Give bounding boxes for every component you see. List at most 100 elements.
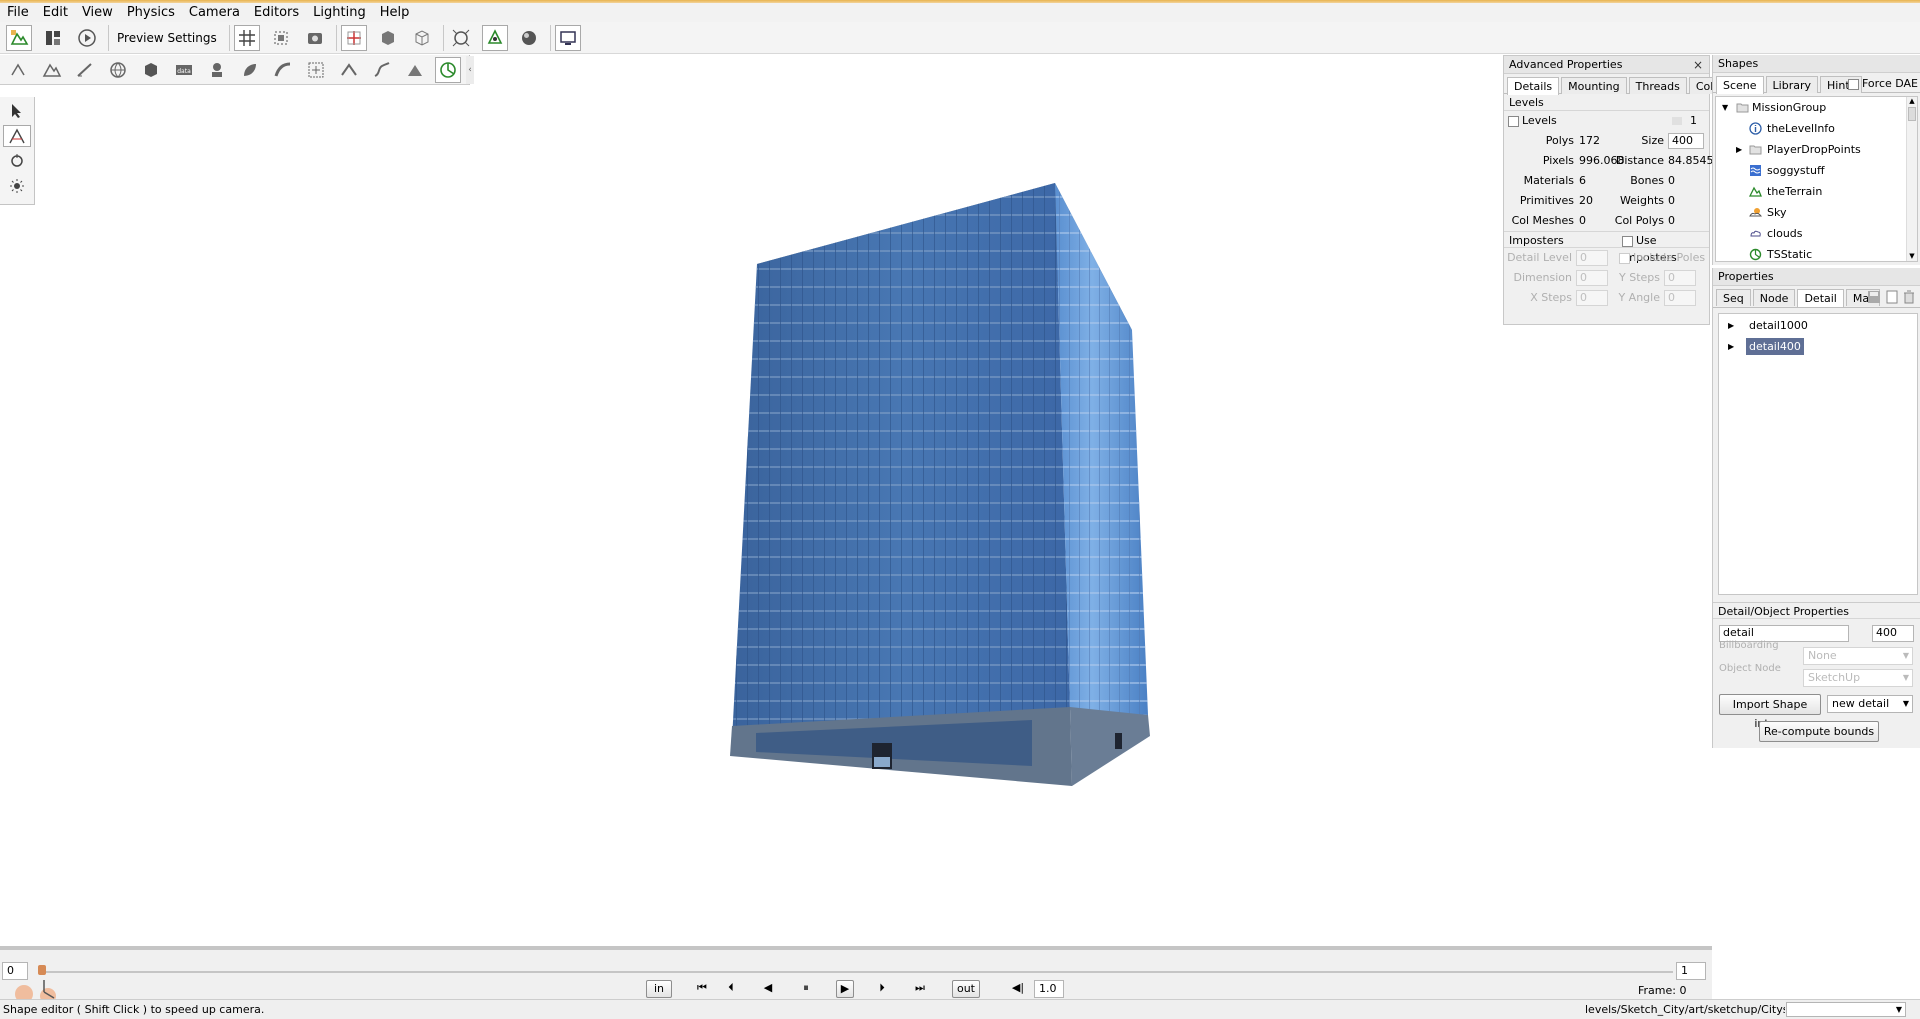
scrollbar-thumb[interactable] xyxy=(1908,107,1916,121)
billboarding-select[interactable]: None ▼ xyxy=(1803,647,1913,665)
y-angle-input[interactable]: 0 xyxy=(1664,290,1696,306)
object-editor-button[interactable] xyxy=(6,57,32,83)
tree-item[interactable]: theLevelInfo xyxy=(1716,118,1917,139)
menu-editors[interactable]: Editors xyxy=(247,3,306,22)
select-center-button[interactable] xyxy=(340,24,367,51)
fullscreen-button[interactable] xyxy=(554,24,581,51)
camera-settings-button[interactable] xyxy=(302,25,328,51)
decal-editor-button[interactable] xyxy=(303,57,329,83)
close-icon[interactable]: × xyxy=(1693,56,1703,74)
detail-item[interactable]: ▶ detail1000 xyxy=(1719,315,1917,336)
sun-light-tool[interactable] xyxy=(3,175,31,197)
object-box-button[interactable] xyxy=(375,25,401,51)
checkbox-box[interactable] xyxy=(1848,78,1859,90)
shape-editor-button[interactable] xyxy=(481,24,508,51)
material-editor-button[interactable] xyxy=(516,25,542,51)
checkbox-box[interactable] xyxy=(1622,235,1633,247)
expand-arrow-icon[interactable]: ▶ xyxy=(1728,336,1734,357)
rotate-tool[interactable] xyxy=(3,150,31,172)
terrain-painter-button[interactable] xyxy=(72,57,98,83)
timeline-track[interactable] xyxy=(40,971,1673,973)
world-editor-button[interactable] xyxy=(6,24,32,51)
scene-tree[interactable]: ▼ MissionGroup theLevelInfo ▶ PlayerDropPo… xyxy=(1715,96,1918,262)
grid-toggle-button[interactable] xyxy=(233,24,260,51)
tree-item[interactable]: theTerrain xyxy=(1716,181,1917,202)
x-steps-input[interactable]: 0 xyxy=(1576,290,1608,306)
skip-to-start-icon[interactable]: ⏮ xyxy=(694,980,710,998)
expand-arrow-icon[interactable]: ▶ xyxy=(1736,139,1742,160)
river-editor-button[interactable] xyxy=(369,57,395,83)
tab-threads[interactable]: Threads xyxy=(1628,77,1687,94)
play-game-button[interactable] xyxy=(74,25,100,51)
tab-details[interactable]: Details xyxy=(1507,77,1560,95)
pause-icon[interactable]: ⏸ xyxy=(798,980,814,998)
scene-tree-scrollbar[interactable]: ▲ ▼ xyxy=(1906,97,1917,261)
expand-arrow-icon[interactable]: ▼ xyxy=(1722,97,1728,118)
detail-tree[interactable]: ▶ detail1000 ▶ detail400 xyxy=(1718,313,1918,595)
navmesh-editor-button[interactable] xyxy=(402,57,428,83)
detail-level-input[interactable]: 0 xyxy=(1576,250,1608,266)
tab-seq[interactable]: Seq xyxy=(1716,289,1751,306)
tab-mounting[interactable]: Mounting xyxy=(1561,77,1627,94)
step-forward-icon[interactable]: ⏵ xyxy=(874,980,890,998)
recompute-bounds-button[interactable]: Re-compute bounds xyxy=(1759,721,1879,742)
palette-collapse-handle[interactable]: ‹ xyxy=(466,56,474,84)
save-icon[interactable] xyxy=(1867,290,1881,304)
scroll-down-icon[interactable]: ▼ xyxy=(1907,252,1917,261)
tab-scene[interactable]: Scene xyxy=(1716,76,1764,94)
tree-item[interactable]: ▶ PlayerDropPoints xyxy=(1716,139,1917,160)
menu-view[interactable]: View xyxy=(75,3,120,22)
set-in-point-button[interactable]: in xyxy=(646,980,672,998)
3d-viewport[interactable] xyxy=(0,86,1712,946)
playback-speed-input[interactable]: 1.0 xyxy=(1034,980,1064,998)
terrain-editor-button[interactable] xyxy=(39,57,65,83)
checkbox-box[interactable] xyxy=(1619,252,1630,264)
timeline-thumb[interactable] xyxy=(38,965,46,975)
import-shape-button[interactable]: Import Shape into... xyxy=(1719,694,1821,730)
y-steps-input[interactable]: 0 xyxy=(1664,270,1696,286)
tree-item[interactable]: soggystuff xyxy=(1716,160,1917,181)
material-editor-palette-button[interactable] xyxy=(105,57,131,83)
force-dae-checkbox[interactable]: Force DAE xyxy=(1848,77,1918,90)
tree-item[interactable]: TSStatic xyxy=(1716,244,1917,261)
tree-item[interactable]: ▼ MissionGroup xyxy=(1716,97,1917,118)
step-back-icon[interactable]: ⏴ xyxy=(723,980,739,998)
delete-icon[interactable] xyxy=(1902,290,1916,304)
menu-lighting[interactable]: Lighting xyxy=(306,3,373,22)
particle-editor-button[interactable] xyxy=(204,57,230,83)
dimension-input[interactable]: 0 xyxy=(1576,270,1608,286)
play-forward-icon[interactable]: ▶ xyxy=(836,980,854,998)
include-poles-checkbox[interactable]: Include Poles xyxy=(1619,248,1705,268)
tree-item[interactable]: clouds xyxy=(1716,223,1917,244)
expand-arrow-icon[interactable]: ▶ xyxy=(1728,315,1734,336)
checkbox-box[interactable] xyxy=(1508,115,1519,127)
gui-editor-button[interactable] xyxy=(40,25,66,51)
size-input[interactable]: 400 xyxy=(1668,133,1704,149)
object-node-select[interactable]: SketchUp ▼ xyxy=(1803,669,1913,687)
move-tool[interactable] xyxy=(3,125,31,147)
set-out-point-button[interactable]: out xyxy=(952,980,980,998)
detail-size-input[interactable]: 400 xyxy=(1872,625,1914,642)
menu-edit[interactable]: Edit xyxy=(36,3,75,22)
fit-view-button[interactable] xyxy=(448,25,474,51)
status-combo-select[interactable]: ▼ xyxy=(1786,1002,1906,1017)
shape-editor-palette-button[interactable] xyxy=(435,56,461,83)
tab-library[interactable]: Library xyxy=(1765,76,1819,93)
preview-settings-button[interactable]: Preview Settings xyxy=(113,31,221,45)
timeline-end-input[interactable]: 1 xyxy=(1676,962,1706,980)
tab-node[interactable]: Node xyxy=(1752,289,1796,306)
levels-slider[interactable] xyxy=(1672,117,1682,125)
detail-item-selected[interactable]: ▶ detail400 xyxy=(1719,336,1917,357)
road-editor-button[interactable] xyxy=(270,57,296,83)
menu-camera[interactable]: Camera xyxy=(182,3,247,22)
play-reverse-icon[interactable]: ◀ xyxy=(760,980,776,998)
menu-physics[interactable]: Physics xyxy=(120,3,182,22)
wireframe-button[interactable] xyxy=(409,25,435,51)
sketch-tool-button[interactable] xyxy=(138,57,164,83)
mesh-road-button[interactable] xyxy=(336,57,362,83)
forest-editor-button[interactable] xyxy=(237,57,263,83)
skip-to-end-icon[interactable]: ⏭ xyxy=(912,980,928,998)
menu-help[interactable]: Help xyxy=(373,3,417,22)
new-detail-select[interactable]: new detail ▼ xyxy=(1827,695,1913,713)
snap-button[interactable] xyxy=(268,25,294,51)
